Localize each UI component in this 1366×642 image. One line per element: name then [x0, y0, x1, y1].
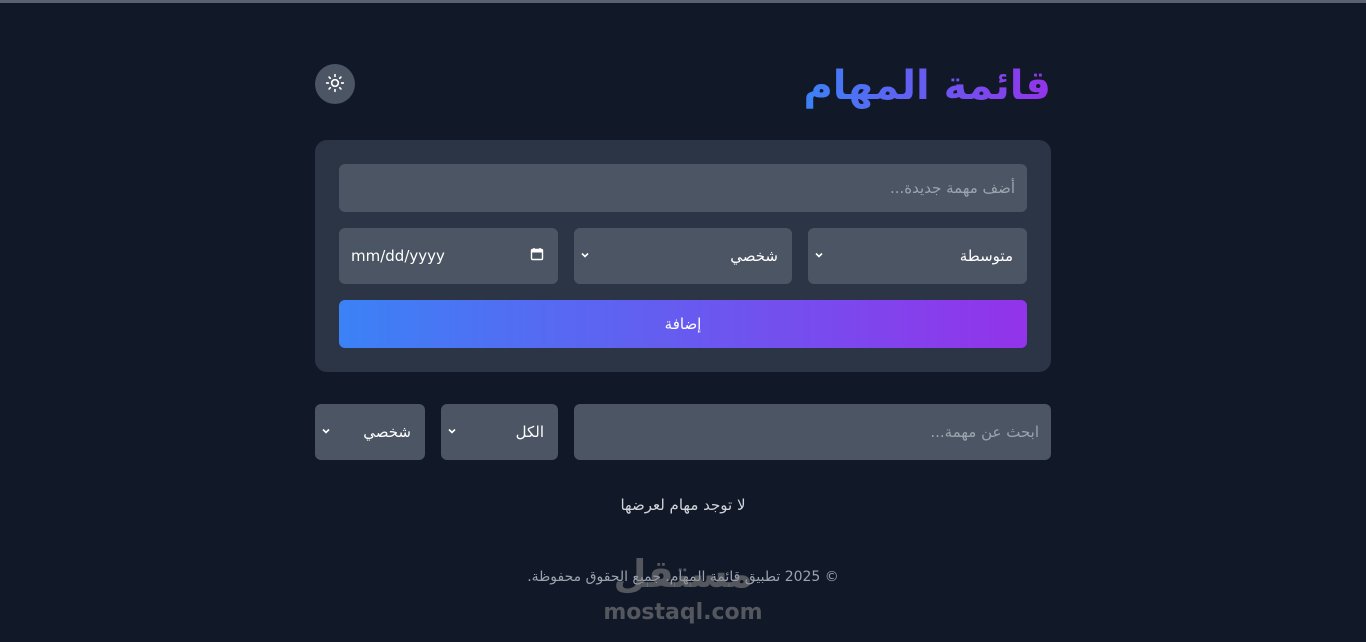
page-title: قائمة المهام [803, 58, 1051, 114]
search-input[interactable]: ابحث عن مهمة... [574, 404, 1051, 460]
priority-value: متوسطة [959, 247, 1013, 265]
empty-tasks-message: لا توجد مهام لعرضها [620, 496, 746, 514]
due-date-input[interactable]: mm/dd/yyyy [339, 228, 558, 284]
chevron-down-icon [447, 426, 457, 439]
theme-toggle-button[interactable] [315, 64, 355, 104]
date-placeholder: mm/dd/yyyy [351, 247, 445, 265]
category-value: شخصي [730, 247, 778, 265]
header: قائمة المهام [315, 58, 1051, 114]
chevron-down-icon [321, 426, 331, 439]
chevron-down-icon [580, 250, 590, 263]
chevron-down-icon [814, 250, 824, 263]
filters-bar: ابحث عن مهمة... الكل شخصي [315, 404, 1051, 460]
app-container: قائمة المهام أضف مهمة جديدة... متوسطة شخ… [315, 0, 1051, 642]
priority-select[interactable]: متوسطة [808, 228, 1027, 284]
add-task-button[interactable]: إضافة [339, 300, 1027, 348]
category-filter-select[interactable]: شخصي [315, 404, 425, 460]
footer-copyright: © 2025 تطبيق قائمة المهام. جميع الحقوق م… [527, 569, 839, 585]
new-task-input[interactable]: أضف مهمة جديدة... [339, 164, 1027, 212]
sun-icon [325, 73, 345, 96]
status-filter-select[interactable]: الكل [441, 404, 558, 460]
search-placeholder: ابحث عن مهمة... [930, 423, 1039, 441]
calendar-icon[interactable] [530, 247, 544, 265]
new-task-placeholder: أضف مهمة جديدة... [890, 179, 1015, 197]
add-task-card: أضف مهمة جديدة... متوسطة شخصي mm/dd/yyyy [315, 140, 1051, 372]
category-filter-value: شخصي [363, 423, 411, 441]
status-filter-value: الكل [515, 423, 544, 441]
category-select[interactable]: شخصي [574, 228, 792, 284]
